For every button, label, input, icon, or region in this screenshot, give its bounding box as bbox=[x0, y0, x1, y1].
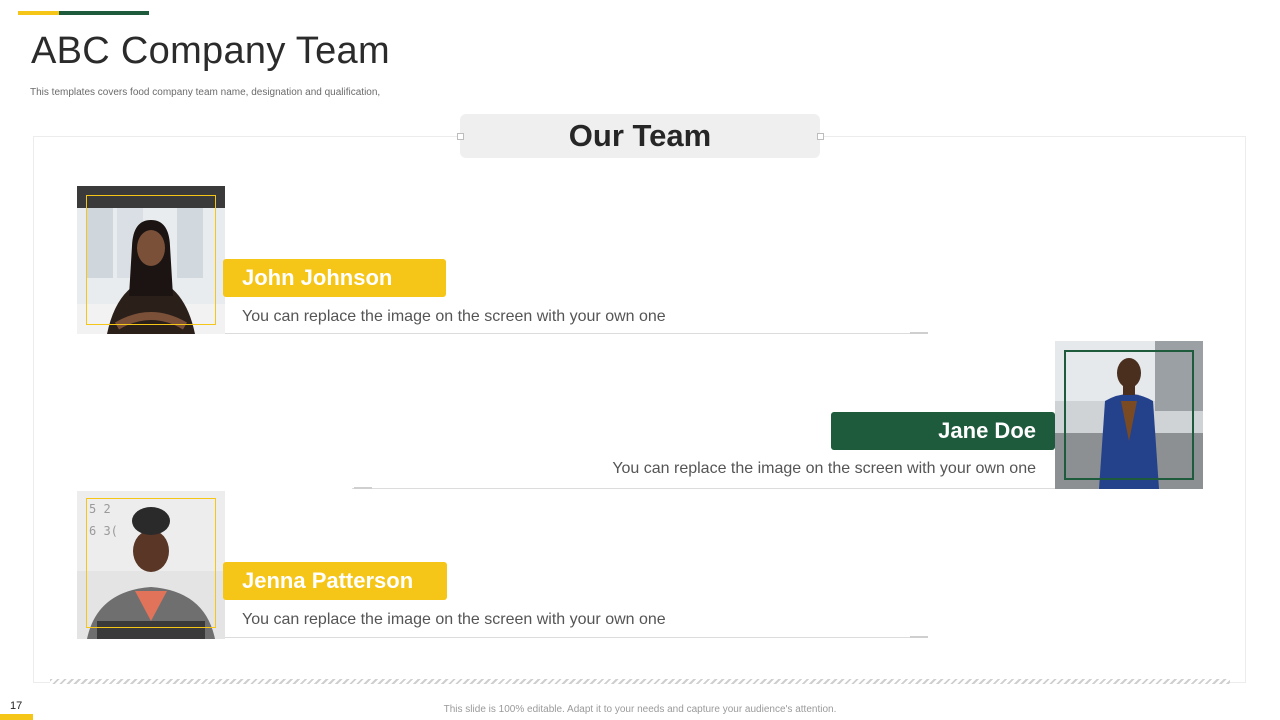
member-name[interactable]: John Johnson bbox=[223, 259, 446, 297]
member-description: You can replace the image on the screen … bbox=[242, 308, 666, 325]
selection-handle-right[interactable] bbox=[817, 133, 824, 140]
accent-bar-green bbox=[59, 11, 149, 15]
accent-bar-yellow bbox=[18, 11, 59, 15]
member-description: You can replace the image on the screen … bbox=[242, 611, 666, 628]
divider-line bbox=[225, 333, 928, 334]
photo-frame bbox=[86, 498, 216, 628]
decorative-hatch-divider bbox=[50, 679, 1230, 684]
member-name[interactable]: Jenna Patterson bbox=[223, 562, 447, 600]
page-subtitle: This templates covers food company team … bbox=[30, 87, 381, 98]
divider-tick bbox=[910, 332, 928, 334]
member-description: You can replace the image on the screen … bbox=[612, 460, 1036, 477]
divider-line bbox=[352, 488, 1055, 489]
section-heading[interactable]: Our Team bbox=[460, 114, 820, 158]
footer-note: This slide is 100% editable. Adapt it to… bbox=[443, 704, 837, 715]
selection-handle-left[interactable] bbox=[457, 133, 464, 140]
divider-tick bbox=[910, 636, 928, 638]
photo-frame bbox=[1064, 350, 1194, 480]
page-title: ABC Company Team bbox=[31, 30, 390, 72]
photo-frame bbox=[86, 195, 216, 325]
divider-tick bbox=[354, 487, 372, 489]
member-name[interactable]: Jane Doe bbox=[831, 412, 1055, 450]
divider-line bbox=[225, 637, 928, 638]
